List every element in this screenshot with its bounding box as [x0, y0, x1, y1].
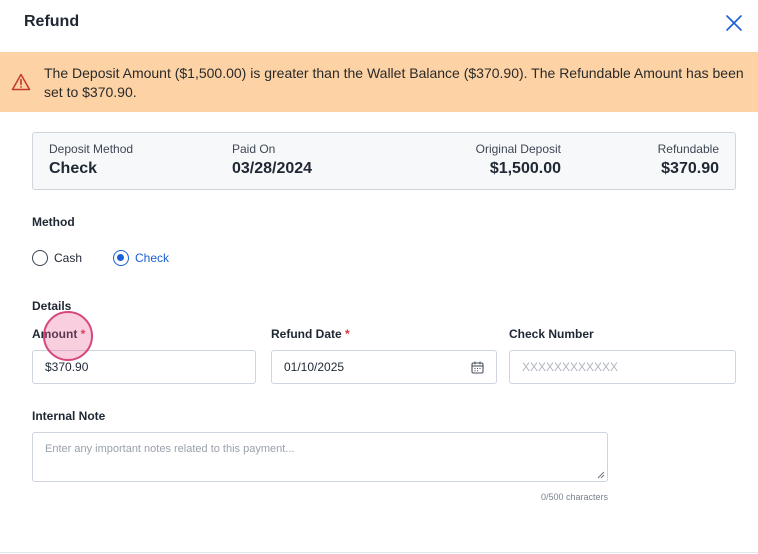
check-number-input[interactable]: XXXXXXXXXXXX [509, 350, 736, 384]
paid-on-label: Paid On [232, 142, 276, 156]
dialog-title: Refund [24, 13, 80, 30]
radio-check-label: Check [135, 251, 170, 265]
amount-label: Amount * [32, 327, 85, 341]
amount-label-text: Amount [32, 327, 78, 341]
amount-value: $370.90 [45, 360, 89, 374]
internal-note-label: Internal Note [32, 409, 106, 423]
char-count: 0/500 characters [540, 492, 608, 502]
warning-triangle-icon [11, 73, 31, 91]
close-button[interactable] [722, 11, 746, 35]
radio-cash-label: Cash [54, 251, 83, 265]
warning-message: The Deposit Amount ($1,500.00) is greate… [44, 65, 744, 100]
check-number-label: Check Number [509, 327, 594, 341]
refund-date-input[interactable]: 01/10/2025 [271, 350, 497, 384]
deposit-summary: Deposit Method Check Paid On 03/28/2024 … [32, 132, 736, 190]
amount-input[interactable]: $370.90 [32, 350, 256, 384]
footer-divider [0, 552, 758, 553]
resize-handle-icon[interactable] [597, 471, 605, 479]
warning-banner: The Deposit Amount ($1,500.00) is greate… [0, 52, 758, 112]
method-label: Method [32, 215, 75, 229]
amount-required-mark: * [80, 327, 86, 341]
close-icon [726, 15, 742, 31]
details-label: Details [32, 299, 72, 313]
internal-note-textarea[interactable]: Enter any important notes related to thi… [32, 432, 608, 482]
radio-cash-circle[interactable] [32, 250, 48, 266]
check-number-placeholder: XXXXXXXXXXXX [522, 360, 619, 374]
paid-on-value: 03/28/2024 [232, 160, 313, 177]
calendar-icon[interactable] [471, 361, 484, 374]
dialog-header: Refund [0, 0, 758, 52]
refund-date-required-mark: * [345, 327, 350, 341]
radio-check-circle[interactable] [113, 250, 129, 266]
original-deposit-label: Original Deposit [475, 142, 561, 156]
original-deposit-value: $1,500.00 [489, 160, 561, 177]
refund-date-label-text: Refund Date [271, 327, 342, 341]
refundable-label: Refundable [657, 142, 719, 156]
refundable-value: $370.90 [661, 160, 719, 177]
radio-cash[interactable]: Cash [32, 249, 82, 267]
radio-check[interactable]: Check [113, 249, 169, 267]
refund-date-value: 01/10/2025 [284, 360, 345, 374]
internal-note-placeholder: Enter any important notes related to thi… [45, 443, 295, 455]
deposit-method-value: Check [49, 160, 98, 177]
deposit-method-label: Deposit Method [49, 142, 134, 156]
refund-date-label: Refund Date * [271, 327, 350, 341]
